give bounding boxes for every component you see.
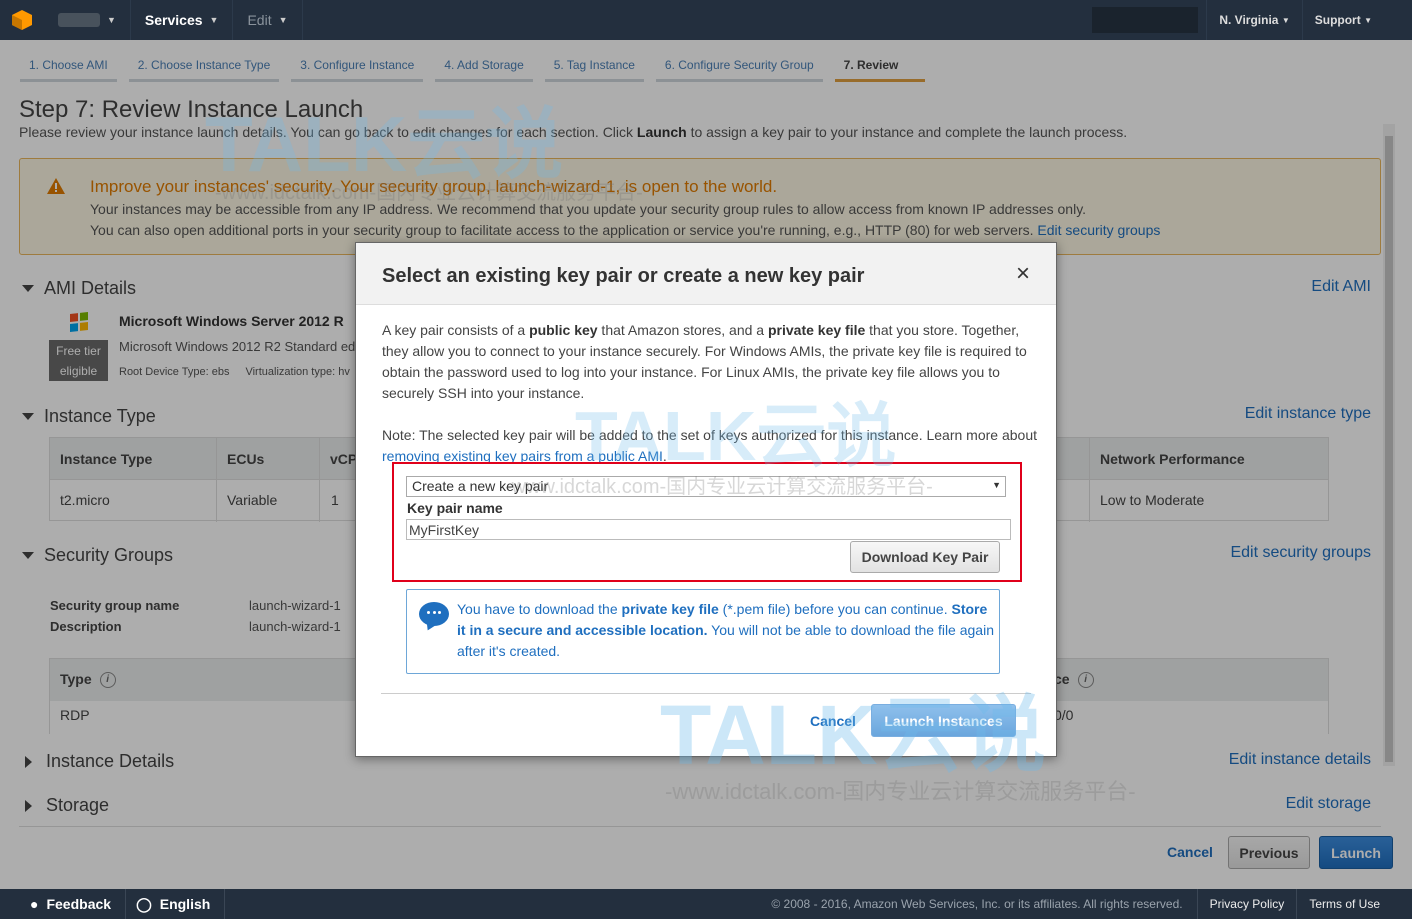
key-pair-name-input[interactable] bbox=[406, 519, 1011, 540]
region-menu[interactable]: N. Virginia ▼ bbox=[1206, 0, 1301, 40]
chevron-down-icon: ▼ bbox=[1281, 15, 1290, 25]
chevron-down-icon: ▼ bbox=[107, 15, 116, 25]
feedback-button[interactable]: ● Feedback bbox=[0, 889, 127, 919]
key-pair-select-value: Create a new key pair bbox=[412, 478, 549, 494]
copyright: © 2008 - 2016, Amazon Web Services, Inc.… bbox=[771, 897, 1183, 911]
account-name bbox=[58, 13, 100, 27]
desc-public-key: public key bbox=[529, 322, 598, 338]
key-pair-name-label: Key pair name bbox=[407, 500, 503, 516]
dialog-cancel-link[interactable]: Cancel bbox=[810, 713, 856, 729]
edit-label: Edit bbox=[247, 12, 272, 28]
aws-logo-icon[interactable] bbox=[0, 0, 44, 40]
chat-bubble-icon bbox=[419, 602, 449, 626]
info-text: (*.pem file) before you can continue. bbox=[718, 601, 952, 617]
dialog-note: Note: The selected key pair will be adde… bbox=[382, 425, 1046, 467]
info-text: You have to download the bbox=[457, 601, 622, 617]
region-label: N. Virginia bbox=[1219, 13, 1279, 27]
top-nav: ▼ Services ▼ Edit ▼ N. Virginia ▼ Support … bbox=[0, 0, 1412, 40]
edit-menu[interactable]: Edit ▼ bbox=[233, 0, 303, 40]
launch-instances-button[interactable]: Launch Instances bbox=[871, 704, 1016, 737]
download-key-pair-button[interactable]: Download Key Pair bbox=[850, 541, 1000, 573]
language-button[interactable]: ◯ English bbox=[126, 889, 226, 919]
footer: ● Feedback ◯ English © 2008 - 2016, Amazon… bbox=[0, 889, 1412, 919]
desc-private-key-file: private key file bbox=[767, 322, 866, 338]
feedback-label: Feedback bbox=[46, 896, 112, 912]
services-label: Services bbox=[144, 12, 203, 28]
user-menu[interactable] bbox=[1092, 7, 1199, 33]
dialog-description: A key pair consists of a public key that… bbox=[382, 320, 1046, 404]
support-label: Support bbox=[1314, 13, 1361, 27]
info-private-key-file: private key file bbox=[621, 601, 719, 617]
dialog-title: Select an existing key pair or create a … bbox=[382, 265, 865, 287]
download-info-text: You have to download the private key fil… bbox=[457, 599, 997, 662]
services-menu[interactable]: Services ▼ bbox=[131, 0, 234, 40]
chevron-down-icon: ▼ bbox=[1364, 15, 1372, 25]
download-info-box: You have to download the private key fil… bbox=[406, 589, 1000, 674]
desc-text: that Amazon stores, and a bbox=[597, 322, 768, 338]
globe-icon: ◯ bbox=[136, 895, 152, 912]
desc-text: A key pair consists of a bbox=[382, 322, 530, 338]
chevron-down-icon: ▼ bbox=[209, 15, 219, 25]
support-menu[interactable]: Support ▼ bbox=[1301, 0, 1384, 40]
privacy-policy-link[interactable]: Privacy Policy bbox=[1196, 889, 1297, 919]
dialog-header: Select an existing key pair or create a … bbox=[356, 243, 1056, 305]
close-icon[interactable]: × bbox=[1016, 262, 1030, 286]
account-menu[interactable]: ▼ bbox=[44, 0, 131, 40]
chat-bubble-icon: ● bbox=[30, 896, 39, 912]
chevron-down-icon: ▼ bbox=[278, 15, 288, 25]
dropdown-arrow-icon: ▼ bbox=[992, 480, 1001, 490]
terms-of-use-link[interactable]: Terms of Use bbox=[1296, 889, 1392, 919]
note-text: Note: The selected key pair will be adde… bbox=[382, 427, 1038, 443]
key-pair-dialog: Select an existing key pair or create a … bbox=[355, 242, 1057, 757]
key-pair-select[interactable]: Create a new key pair ▼ bbox=[406, 476, 1006, 497]
language-label: English bbox=[159, 896, 211, 912]
